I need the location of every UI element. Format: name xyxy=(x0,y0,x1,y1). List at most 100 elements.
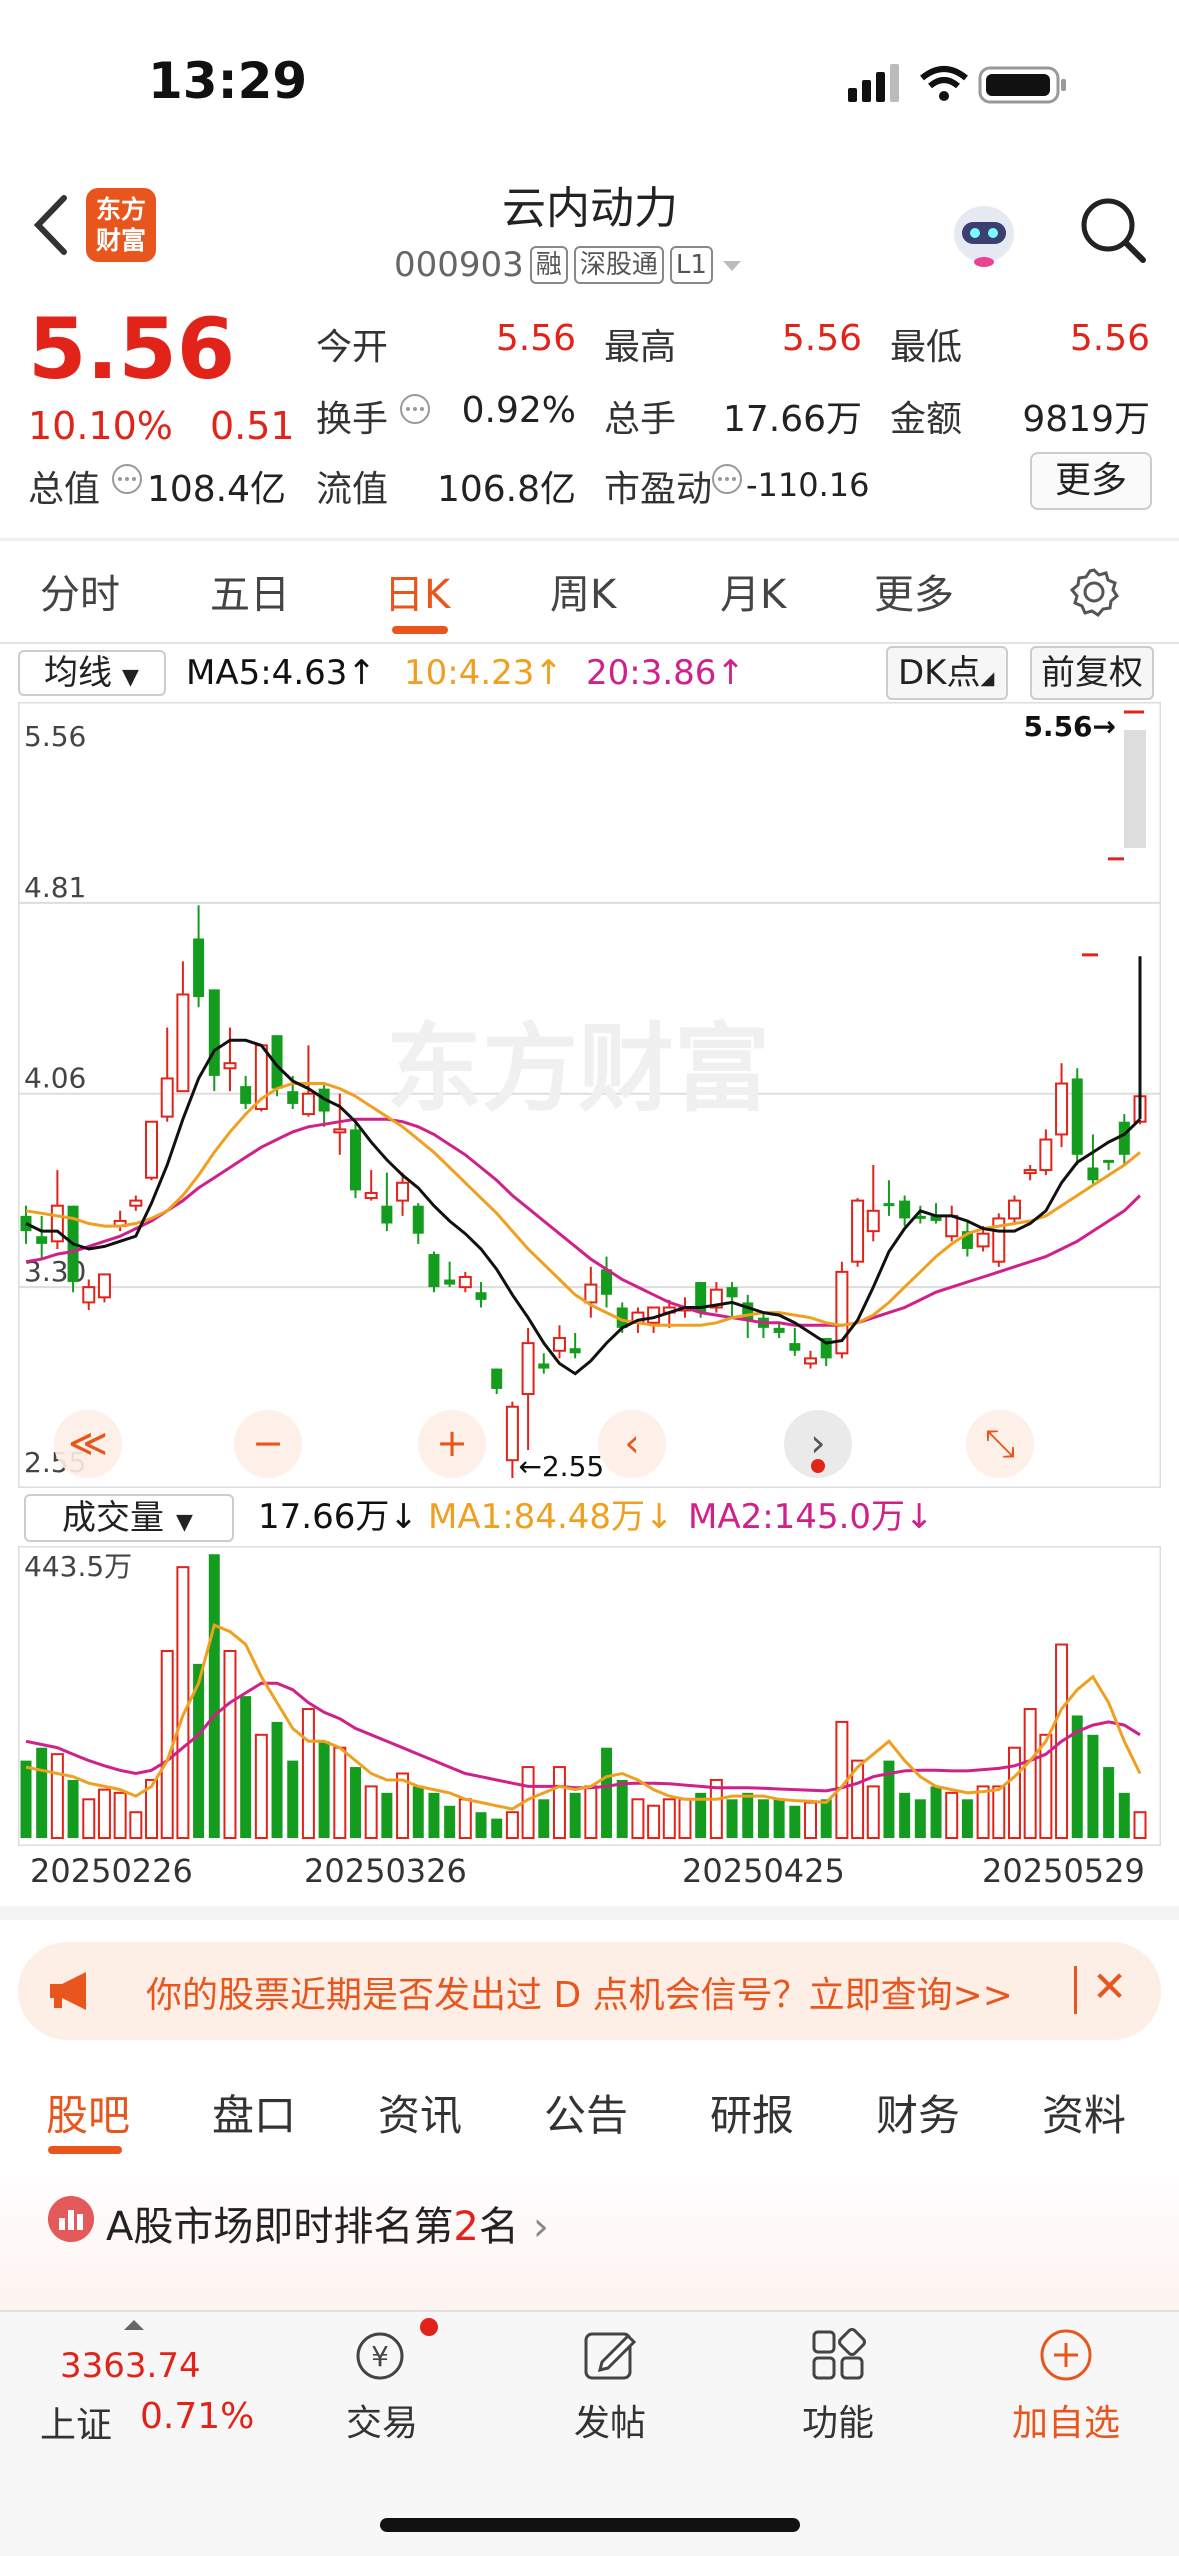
volume-bar xyxy=(899,1792,911,1838)
price-axis-label: 5.56 xyxy=(24,720,86,753)
volume-bar xyxy=(773,1799,785,1838)
info-dots-icon[interactable] xyxy=(398,392,432,426)
candle-body xyxy=(773,1327,785,1333)
candle-body xyxy=(866,1209,880,1233)
volume-bar xyxy=(97,1788,111,1839)
volume-bar xyxy=(505,1811,519,1840)
more-fields-button[interactable]: 更多 xyxy=(1030,452,1152,510)
tab-trade[interactable]: 交易 xyxy=(312,2394,452,2446)
volume-bar xyxy=(726,1799,738,1838)
candle-body xyxy=(1103,1159,1115,1163)
candle-body xyxy=(491,1368,503,1389)
control-button-icon: − xyxy=(252,1421,284,1465)
volume-bar xyxy=(333,1746,347,1839)
tab-guba[interactable]: 股吧 xyxy=(46,2082,130,2143)
low-value: 5.56 xyxy=(1069,318,1150,359)
stock-meta[interactable]: 000903 融 深股通 L1 xyxy=(394,240,794,290)
candle-body xyxy=(726,1287,738,1298)
volume-bar xyxy=(647,1804,661,1839)
add-watchlist-icon[interactable] xyxy=(1036,2326,1096,2384)
tab-functions[interactable]: 功能 xyxy=(768,2394,908,2446)
index-value[interactable]: 3363.74 xyxy=(60,2346,201,2386)
date-label: 20250425 xyxy=(682,1852,845,1890)
volume-ma1: MA1:84.48万↓ xyxy=(428,1497,674,1537)
amount-label: 金额 xyxy=(890,399,963,440)
stock-name: 云内动力 xyxy=(502,183,678,234)
search-icon[interactable] xyxy=(1075,192,1150,267)
indicator-select[interactable]: 均线 ▼ xyxy=(18,650,166,696)
dk-point-button[interactable]: DK点◢ xyxy=(886,646,1008,700)
volume-bar xyxy=(1133,1811,1147,1840)
tab-profile[interactable]: 资料 xyxy=(1042,2082,1126,2143)
volume-bar xyxy=(301,1708,315,1839)
candle-body xyxy=(193,938,205,998)
post-edit-icon[interactable] xyxy=(580,2326,640,2384)
zoom-in-button[interactable]: + xyxy=(418,1410,486,1478)
dropdown-triangle-icon: ▼ xyxy=(176,1510,193,1535)
date-label: 20250529 xyxy=(982,1852,1145,1890)
scroll-left-button[interactable]: ‹ xyxy=(598,1410,666,1478)
kline-chart[interactable]: 5.564.814.063.302.55东方财富5.56→←2.55≪ − + ‹ › ⤡ xyxy=(18,702,1161,1488)
info-dots-icon[interactable] xyxy=(110,462,144,496)
trade-yen-icon[interactable]: ¥ xyxy=(350,2326,414,2384)
volume-indicator-select[interactable]: 成交量 ▼ xyxy=(24,1494,234,1542)
volume-bar xyxy=(584,1785,598,1839)
tab-five-day[interactable]: 五日 xyxy=(210,562,290,620)
tab-news[interactable]: 资讯 xyxy=(378,2082,462,2143)
tag-level: L1 xyxy=(669,246,713,284)
tab-post[interactable]: 发帖 xyxy=(540,2394,680,2446)
tab-more[interactable]: 更多 xyxy=(874,562,954,620)
volume-chart[interactable]: 443.5万 xyxy=(18,1546,1161,1846)
volume-bar xyxy=(804,1801,817,1840)
tab-finance[interactable]: 财务 xyxy=(876,2082,960,2143)
candle-body xyxy=(301,1092,315,1116)
volume-bar xyxy=(20,1760,32,1838)
date-label: 20250226 xyxy=(30,1852,193,1890)
volume-bar xyxy=(396,1772,410,1840)
min-price-label: ←2.55 xyxy=(518,1450,604,1483)
banner-text[interactable]: 你的股票近期是否发出过 D 点机会信号？立即查询>> xyxy=(146,1966,1013,2018)
assistant-robot-icon[interactable] xyxy=(944,192,1024,272)
close-icon[interactable]: ✕ xyxy=(1092,1962,1127,2011)
volume-bar xyxy=(992,1785,1006,1839)
tab-pankou[interactable]: 盘口 xyxy=(212,2082,296,2143)
dropdown-triangle-icon: ▼ xyxy=(122,665,139,690)
zoom-out-button[interactable]: − xyxy=(234,1410,302,1478)
active-tab-indicator xyxy=(48,2146,122,2154)
tag-connect: 深股通 xyxy=(573,246,664,284)
market-cap-label: 总值 xyxy=(28,469,101,510)
price-axis-label: 4.06 xyxy=(24,1062,86,1095)
tab-weekly-k[interactable]: 周K xyxy=(550,562,616,620)
volume-bar xyxy=(976,1785,990,1839)
tab-monthly-k[interactable]: 月K xyxy=(720,562,786,620)
back-arrow-icon[interactable] xyxy=(24,190,84,260)
fullscreen-button[interactable]: ⤡ xyxy=(966,1410,1034,1478)
last-price: 5.56 xyxy=(28,300,236,398)
volume-bar xyxy=(631,1798,645,1840)
corner-triangle-icon: ◢ xyxy=(980,668,995,689)
tab-announcements[interactable]: 公告 xyxy=(544,2082,628,2143)
high-label: 最高 xyxy=(604,327,677,368)
tab-add-watchlist[interactable]: 加自选 xyxy=(996,2394,1136,2446)
control-button-icon: ‹ xyxy=(624,1421,639,1465)
change-amount: 0.51 xyxy=(210,404,295,448)
volume-bar xyxy=(381,1792,393,1838)
volume-bar xyxy=(67,1779,79,1838)
control-button-icon: + xyxy=(436,1421,468,1465)
tab-daily-k[interactable]: 日K xyxy=(384,562,450,620)
control-button-icon: › xyxy=(810,1421,825,1465)
adjust-mode-button[interactable]: 前复权 xyxy=(1030,646,1154,700)
volume-bar xyxy=(662,1798,676,1840)
candle-body xyxy=(333,1128,347,1134)
index-percent[interactable]: 0.71% xyxy=(140,2396,254,2437)
tab-intraday[interactable]: 分时 xyxy=(40,562,120,620)
status-time: 13:29 xyxy=(148,52,308,110)
function-grid-icon[interactable] xyxy=(808,2326,868,2384)
rank-text[interactable]: A股市场即时排名第2名 › xyxy=(106,2194,549,2252)
index-name[interactable]: 上证 xyxy=(40,2396,112,2448)
volume-bar xyxy=(160,1649,174,1840)
tab-research[interactable]: 研报 xyxy=(710,2082,794,2143)
settings-gear-icon[interactable] xyxy=(1068,566,1120,618)
scroll-far-left-button[interactable]: ≪ xyxy=(54,1410,122,1478)
info-dots-icon[interactable] xyxy=(710,462,744,496)
